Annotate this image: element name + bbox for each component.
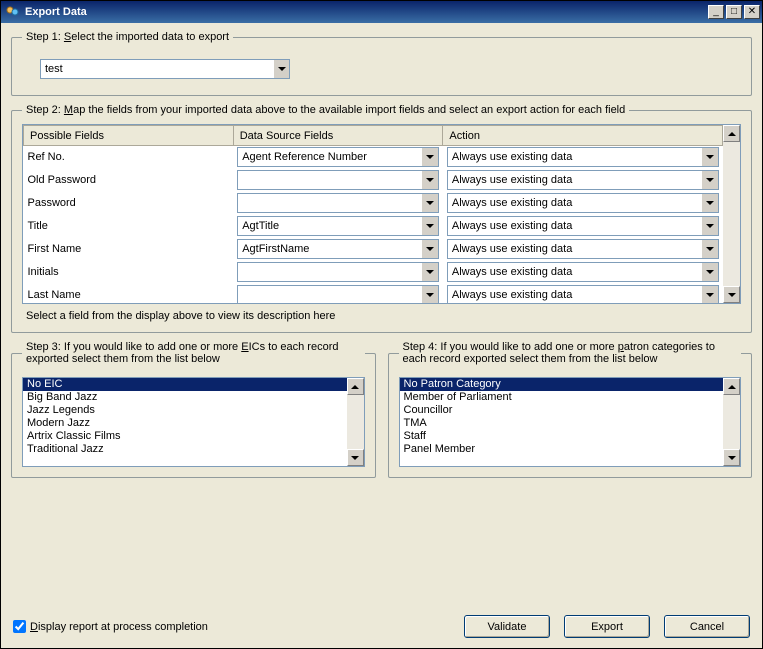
step4-group: Step 4: If you would like to add one or … <box>388 341 753 478</box>
list-item[interactable]: Member of Parliament <box>400 391 724 404</box>
possible-field-label: Ref No. <box>28 151 65 163</box>
table-row[interactable]: Ref No. Agent Reference Number Always use … <box>24 146 723 169</box>
list-item[interactable]: Artrix Classic Films <box>23 430 347 443</box>
scroll-up-icon[interactable] <box>347 378 364 395</box>
possible-field-label: First Name <box>28 243 82 255</box>
close-button[interactable]: ✕ <box>744 5 760 19</box>
table-row[interactable]: Initials Always use existing data <box>24 261 723 284</box>
chevron-down-icon[interactable] <box>421 263 438 281</box>
step4-legend: Step 4: If you would like to add one or … <box>399 341 742 365</box>
action-select[interactable]: Always use existing data <box>447 216 719 236</box>
step3-group: Step 3: If you would like to add one or … <box>11 341 376 478</box>
chevron-down-icon[interactable] <box>273 60 289 78</box>
imported-data-input[interactable] <box>41 60 273 78</box>
chevron-down-icon[interactable] <box>701 217 718 235</box>
col-possible-fields[interactable]: Possible Fields <box>24 126 234 146</box>
data-source-select[interactable]: Agent Reference Number <box>237 147 439 167</box>
eic-scrollbar[interactable] <box>347 378 364 466</box>
action-select[interactable]: Always use existing data <box>447 239 719 259</box>
list-item[interactable]: Big Band Jazz <box>23 391 347 404</box>
possible-field-label: Title <box>28 220 48 232</box>
validate-button[interactable]: Validate <box>464 615 550 638</box>
chevron-down-icon[interactable] <box>701 263 718 281</box>
scroll-down-icon[interactable] <box>723 286 740 303</box>
grid-scrollbar[interactable] <box>723 125 740 303</box>
chevron-down-icon[interactable] <box>701 286 718 303</box>
chevron-down-icon[interactable] <box>421 194 438 212</box>
maximize-button[interactable]: □ <box>726 5 742 19</box>
table-row[interactable]: Old Password Always use existing data <box>24 169 723 192</box>
possible-field-label: Password <box>28 197 76 209</box>
chevron-down-icon[interactable] <box>701 148 718 166</box>
chevron-down-icon[interactable] <box>421 217 438 235</box>
step2-group: Step 2: Map the fields from your importe… <box>11 104 752 333</box>
patron-category-listbox[interactable]: No Patron CategoryMember of ParliamentCo… <box>399 377 742 467</box>
app-icon <box>5 4 21 20</box>
action-select[interactable]: Always use existing data <box>447 147 719 167</box>
chevron-down-icon[interactable] <box>701 194 718 212</box>
export-data-window: Export Data _ □ ✕ Step 1: Select the imp… <box>0 0 763 649</box>
possible-field-label: Last Name <box>28 289 81 301</box>
chevron-down-icon[interactable] <box>421 171 438 189</box>
list-item[interactable]: No Patron Category <box>400 378 724 391</box>
list-item[interactable]: No EIC <box>23 378 347 391</box>
col-data-source-fields[interactable]: Data Source Fields <box>233 126 443 146</box>
display-report-checkbox[interactable]: Display report at process completion <box>13 620 208 633</box>
scroll-down-icon[interactable] <box>347 449 364 466</box>
minimize-button[interactable]: _ <box>708 5 724 19</box>
window-title: Export Data <box>25 6 706 18</box>
patron-scrollbar[interactable] <box>723 378 740 466</box>
data-source-select[interactable] <box>237 170 439 190</box>
field-mapping-grid: Possible Fields Data Source Fields Actio… <box>22 124 741 304</box>
titlebar: Export Data _ □ ✕ <box>1 1 762 23</box>
step3-legend: Step 3: If you would like to add one or … <box>22 341 365 365</box>
list-item[interactable]: Traditional Jazz <box>23 443 347 456</box>
imported-data-select[interactable] <box>40 59 290 79</box>
chevron-down-icon[interactable] <box>701 171 718 189</box>
col-action[interactable]: Action <box>443 126 723 146</box>
data-source-select[interactable]: AgtFirstName <box>237 239 439 259</box>
action-select[interactable]: Always use existing data <box>447 285 719 303</box>
table-row[interactable]: Title AgtTitle Always use existing data <box>24 215 723 238</box>
chevron-down-icon[interactable] <box>421 240 438 258</box>
action-select[interactable]: Always use existing data <box>447 262 719 282</box>
eic-listbox[interactable]: No EICBig Band JazzJazz LegendsModern Ja… <box>22 377 365 467</box>
export-button[interactable]: Export <box>564 615 650 638</box>
bottom-bar: Display report at process completion Val… <box>11 611 752 640</box>
data-source-select[interactable]: AgtTitle <box>237 216 439 236</box>
action-select[interactable]: Always use existing data <box>447 193 719 213</box>
list-item[interactable]: Panel Member <box>400 443 724 456</box>
table-row[interactable]: First Name AgtFirstName Always use existin… <box>24 238 723 261</box>
scroll-down-icon[interactable] <box>723 449 740 466</box>
field-description: Select a field from the display above to… <box>22 310 741 322</box>
possible-field-label: Initials <box>28 266 59 278</box>
step2-legend: Step 2: Map the fields from your importe… <box>22 104 629 116</box>
possible-field-label: Old Password <box>28 174 96 186</box>
chevron-down-icon[interactable] <box>421 286 438 303</box>
chevron-down-icon[interactable] <box>421 148 438 166</box>
action-select[interactable]: Always use existing data <box>447 170 719 190</box>
list-item[interactable]: Staff <box>400 430 724 443</box>
list-item[interactable]: Councillor <box>400 404 724 417</box>
data-source-select[interactable] <box>237 262 439 282</box>
data-source-select[interactable] <box>237 193 439 213</box>
scroll-up-icon[interactable] <box>723 378 740 395</box>
scroll-up-icon[interactable] <box>723 125 740 142</box>
chevron-down-icon[interactable] <box>701 240 718 258</box>
list-item[interactable]: Jazz Legends <box>23 404 347 417</box>
list-item[interactable]: TMA <box>400 417 724 430</box>
data-source-select[interactable] <box>237 285 439 303</box>
table-row[interactable]: Password Always use existing data <box>24 192 723 215</box>
step1-legend: Step 1: Select the imported data to expo… <box>22 31 233 43</box>
step1-group: Step 1: Select the imported data to expo… <box>11 31 752 96</box>
list-item[interactable]: Modern Jazz <box>23 417 347 430</box>
cancel-button[interactable]: Cancel <box>664 615 750 638</box>
table-row[interactable]: Last Name Always use existing data <box>24 284 723 304</box>
